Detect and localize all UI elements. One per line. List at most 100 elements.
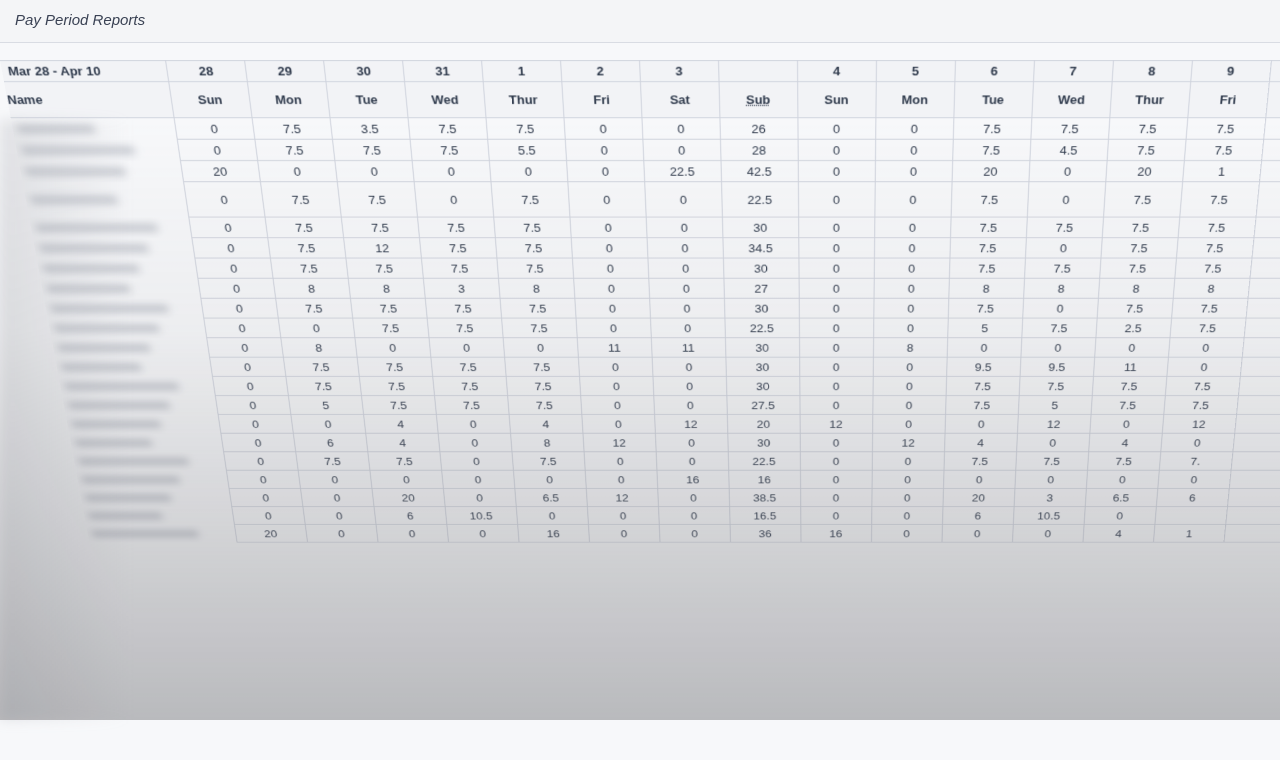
table-row[interactable]: 0 0 7.5 7.5 7.5 0 0 22.5 0 0 5 7.5 2.5 7.5	[47, 318, 1280, 338]
hours-cell: 0	[874, 160, 953, 182]
day-label: Wed	[430, 92, 460, 107]
employee-name	[22, 181, 189, 218]
hours-cell: 4	[1082, 524, 1155, 543]
hours-cell: 9.5	[946, 357, 1021, 377]
table-row[interactable]: 0 7.5 7.5 7.5 7.5 0 0 30 0 0 7.5 7.5 7.5 7.5	[29, 217, 1280, 238]
hours-cell: 0	[799, 433, 873, 452]
table-row[interactable]: 20 0 0 0 16 0 0 36 16 0 0 0 4 1	[86, 524, 1280, 543]
hours-cell: 0	[571, 258, 649, 279]
date-header: 6	[954, 60, 1034, 82]
redacted-name	[49, 304, 170, 313]
hours-cell: 0	[799, 357, 873, 377]
table-row[interactable]: 0 7.5 7.5 7.5 7.5 0 0 30 0 0 7.5 7.5 7.5 7.5	[58, 376, 1280, 396]
hours-cell: 20	[942, 488, 1015, 507]
hours-cell: 7.5	[507, 395, 582, 415]
redacted-name	[63, 382, 180, 390]
hours-cell: 0	[1089, 414, 1164, 434]
hours-cell: 8	[272, 278, 350, 299]
hours-cell	[1259, 160, 1280, 182]
pay-period-table: Mar 28 - Apr 10 28 29 30 31 1 2 3 4 5 6 7 8 9 Name S…	[0, 60, 1280, 543]
table-row[interactable]: 0 7.5 7.5 7.5 7.5 0 0 30 0 0 9.5 9.5 11 0	[55, 357, 1280, 377]
table-row[interactable]: 0 6 4 0 8 12 0 30 0 12 4 0 4 0	[69, 433, 1280, 452]
hours-cell: 0	[566, 160, 645, 182]
hours-cell: 0	[231, 506, 305, 525]
table-row[interactable]: 0 0 0 0 0 0 16 16 0 0 0 0 0 0	[76, 470, 1280, 489]
table-row[interactable]: 0 7.5 7.5 7.5 7.5 0 0 30 0 0 7.5 0 7.5 7.5	[44, 298, 1280, 319]
date-header: 29	[244, 60, 326, 82]
hours-cell: 2.5	[1095, 318, 1172, 338]
employee-name	[65, 414, 221, 434]
hours-cell: 7.	[1158, 451, 1233, 471]
hours-cell: 7.5	[511, 451, 585, 471]
day-header: Sun	[797, 81, 876, 118]
table-row[interactable]: 0 8 0 0 0 11 11 30 0 8 0 0 0 0	[51, 337, 1280, 358]
employee-name	[79, 488, 232, 507]
hours-cell: 7.5	[1103, 181, 1183, 218]
hours-cell: 0	[502, 337, 578, 358]
hours-cell: 7.5	[1021, 318, 1097, 338]
day-label: Tue	[354, 92, 379, 107]
hours-cell	[1241, 337, 1280, 358]
table-row[interactable]: 0 7.5 7.5 0 7.5 0 0 22.5 0 0 7.5 7.5 7.5 7.	[72, 451, 1280, 471]
hours-cell: 0	[446, 524, 519, 543]
table-row[interactable]: 0 7.5 7.5 7.5 7.5 0 0 30 0 0 7.5 7.5 7.5 7.5	[36, 258, 1280, 279]
hours-cell: 26	[719, 117, 798, 140]
hours-cell: 7.5	[950, 217, 1027, 238]
table-row[interactable]: 0 7.5 12 7.5 7.5 0 0 34.5 0 0 7.5 0 7.5 7.5	[32, 237, 1280, 259]
hours-cell: 8	[280, 337, 357, 358]
hours-cell: 7.5	[1106, 139, 1186, 161]
hours-cell: 28	[719, 139, 798, 161]
hours-cell: 7.5	[949, 237, 1026, 259]
hours-cell: 16.5	[729, 506, 801, 525]
hours-cell: 0	[203, 318, 281, 338]
hours-cell: 0	[369, 470, 443, 489]
table-row[interactable]: 0 0 6 10.5 0 0 0 16.5 0 0 6 10.5 0	[82, 506, 1280, 525]
hours-cell: 22.5	[721, 181, 799, 218]
day-header	[1265, 81, 1280, 118]
hours-cell: 3.5	[329, 117, 410, 140]
hours-cell	[1223, 524, 1280, 543]
table-row[interactable]: 0 8 8 3 8 0 0 27 0 0 8 8 8 8	[40, 278, 1280, 299]
table-row[interactable]: 0 7.5 7.5 7.5 5.5 0 0 28 0 0 7.5 4.5 7.5 7.5	[14, 139, 1280, 161]
hours-cell: 7.5	[499, 298, 576, 319]
date-header: 31	[402, 60, 483, 82]
employee-name	[76, 470, 229, 489]
table-row[interactable]: 0 7.5 7.5 0 7.5 0 0 22.5 0 0 7.5 0 7.5 7.5	[22, 181, 1280, 218]
day-header: Thur	[482, 81, 564, 118]
hours-cell: 0	[375, 524, 449, 543]
hours-cell: 0	[173, 117, 255, 140]
hours-cell: 30	[723, 298, 799, 319]
hours-cell: 3	[422, 278, 500, 299]
hours-cell: 7.5	[259, 181, 341, 218]
redacted-name	[73, 438, 153, 447]
hours-cell: 16	[517, 524, 590, 543]
hours-cell: 7.5	[1177, 217, 1256, 238]
day-label: Sub	[745, 92, 771, 107]
table-row[interactable]: 0 7.5 3.5 7.5 7.5 0 0 26 0 0 7.5 7.5 7.5 7.5	[10, 117, 1280, 140]
hours-cell: 0	[580, 395, 655, 415]
hours-cell: 7.5	[407, 117, 488, 140]
hours-cell	[1245, 298, 1280, 319]
table-row[interactable]: 0 5 7.5 7.5 7.5 0 0 27.5 0 0 7.5 5 7.5 7.5	[62, 395, 1280, 415]
hours-cell: 0	[946, 337, 1022, 358]
hours-cell: 0	[223, 451, 298, 471]
hours-cell: 0	[488, 160, 568, 182]
table-row[interactable]: 0 0 20 0 6.5 12 0 38.5 0 0 20 3 6.5 6	[79, 488, 1280, 507]
hours-cell	[1236, 395, 1280, 415]
table-row[interactable]: 20 0 0 0 0 0 22.5 42.5 0 0 20 0 20 1	[18, 160, 1280, 182]
redacted-name	[59, 363, 143, 371]
hours-cell: 0	[1166, 357, 1242, 377]
day-label: Sun	[196, 92, 224, 107]
hours-cell: 0	[872, 376, 947, 396]
hours-cell: 7.5	[1018, 376, 1094, 396]
hours-cell: 12	[343, 237, 421, 259]
hours-cell: 0	[872, 395, 946, 415]
hours-cell: 7.5	[367, 451, 442, 471]
hours-cell: 7.5	[352, 318, 429, 338]
hours-cell: 7.5	[505, 376, 581, 396]
hours-cell: 0	[641, 117, 720, 140]
employee-name	[86, 524, 237, 543]
hours-cell: 0	[588, 524, 660, 543]
table-row[interactable]: 0 0 4 0 4 0 12 20 12 0 0 12 0 12	[65, 414, 1280, 434]
hours-cell: 0	[1085, 470, 1159, 489]
